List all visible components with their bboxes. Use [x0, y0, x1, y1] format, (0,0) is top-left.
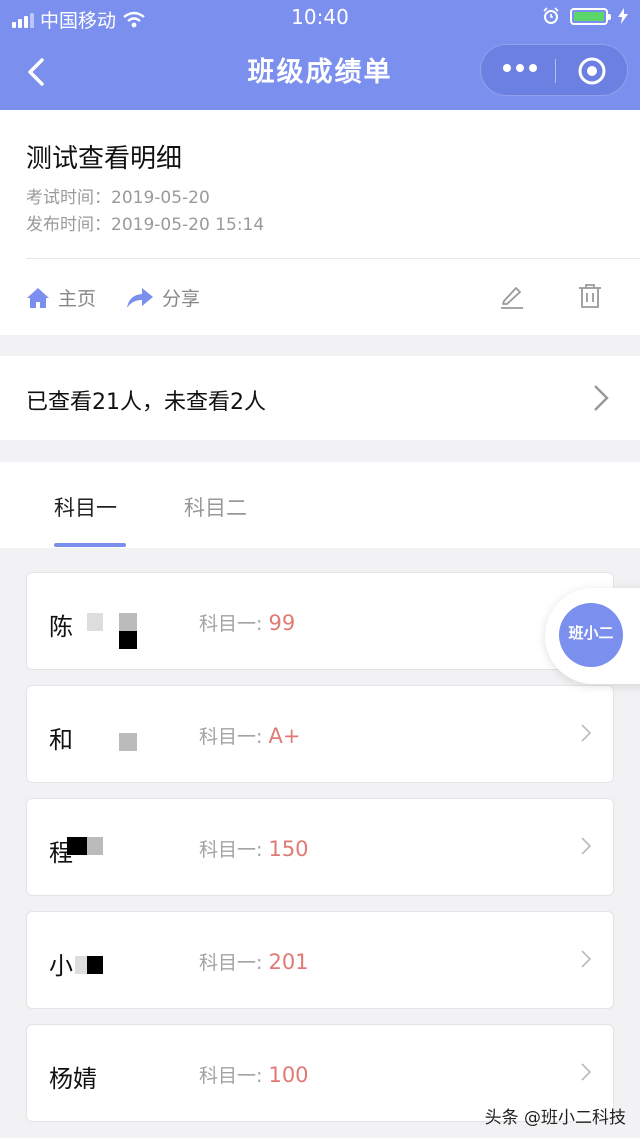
- student-list: 陈 科目一: 99 和 科目一: A+ 程 科目一: 150 小 科目一: 20…: [26, 572, 614, 1137]
- battery-icon: [570, 7, 611, 25]
- tab-subject-2[interactable]: 科目二: [184, 492, 247, 522]
- chevron-right-icon: [581, 950, 591, 968]
- redaction-mask: [119, 733, 137, 751]
- app-logo: 班小二: [559, 603, 623, 667]
- home-icon: [27, 287, 49, 308]
- list-item[interactable]: 小 科目一: 201: [26, 911, 614, 1009]
- alarm-icon: [543, 7, 559, 24]
- student-name: 陈: [49, 613, 73, 641]
- student-name: 杨婧: [49, 1065, 97, 1093]
- subject-score: 科目一: 150: [199, 837, 309, 861]
- redaction-mask: [87, 613, 103, 631]
- viewed-summary-text: 已查看21人，未查看2人: [26, 390, 266, 415]
- exam-time: 考试时间：2019-05-20: [26, 188, 210, 208]
- student-name: 小: [49, 952, 73, 980]
- more-dots-icon[interactable]: [503, 64, 537, 72]
- score-value: A+: [268, 724, 301, 748]
- tab-subject-1[interactable]: 科目一: [54, 492, 117, 522]
- score-value: 201: [268, 950, 309, 974]
- chevron-right-icon: [581, 837, 591, 855]
- home-button[interactable]: 主页: [26, 284, 96, 311]
- edit-icon[interactable]: [497, 282, 525, 310]
- app-header: 中国移动 10:40 班级成绩单: [0, 0, 640, 110]
- subject-score: 科目一: 99: [199, 611, 296, 635]
- share-label: 分享: [162, 288, 201, 310]
- viewed-summary-row[interactable]: 已查看21人，未查看2人: [0, 356, 640, 440]
- chevron-right-icon: [581, 724, 591, 742]
- trash-icon[interactable]: [576, 282, 604, 310]
- active-tab-indicator: [54, 543, 126, 547]
- chevron-right-icon: [581, 1063, 591, 1081]
- redaction-mask: [75, 956, 87, 974]
- test-title: 测试查看明细: [26, 144, 183, 174]
- redaction-mask: [119, 631, 137, 649]
- publish-time: 发布时间：2019-05-20 15:14: [26, 215, 265, 235]
- mini-program-capsule: [480, 44, 628, 96]
- home-label: 主页: [58, 288, 97, 310]
- redaction-mask: [87, 956, 103, 974]
- test-info-card: 测试查看明细 考试时间：2019-05-20 发布时间：2019-05-20 1…: [0, 110, 640, 335]
- target-circle-icon[interactable]: [577, 56, 607, 86]
- share-arrow-icon: [127, 287, 153, 308]
- subject-score: 科目一: 100: [199, 1063, 309, 1087]
- list-item[interactable]: 陈 科目一: 99: [26, 572, 614, 670]
- chevron-right-icon: [594, 385, 609, 411]
- redaction-mask: [67, 837, 87, 855]
- share-button[interactable]: 分享: [126, 284, 200, 311]
- score-value: 100: [268, 1063, 309, 1087]
- subject-score: 科目一: A+: [199, 724, 301, 748]
- score-value: 150: [268, 837, 309, 861]
- capsule-divider: [555, 59, 556, 83]
- floating-logo-button[interactable]: 班小二: [545, 588, 640, 684]
- charging-icon: [618, 8, 628, 24]
- subject-score: 科目一: 201: [199, 950, 309, 974]
- score-value: 99: [268, 611, 296, 635]
- status-bar: 中国移动 10:40: [0, 0, 640, 36]
- list-item[interactable]: 程 科目一: 150: [26, 798, 614, 896]
- list-item[interactable]: 和 科目一: A+: [26, 685, 614, 783]
- redaction-mask: [119, 613, 137, 631]
- student-name: 和: [49, 726, 73, 754]
- watermark: 头条 @班小二科技: [484, 1108, 626, 1128]
- subject-tabs: 科目一 科目二: [0, 462, 640, 548]
- divider: [26, 258, 640, 259]
- redaction-mask: [87, 837, 103, 855]
